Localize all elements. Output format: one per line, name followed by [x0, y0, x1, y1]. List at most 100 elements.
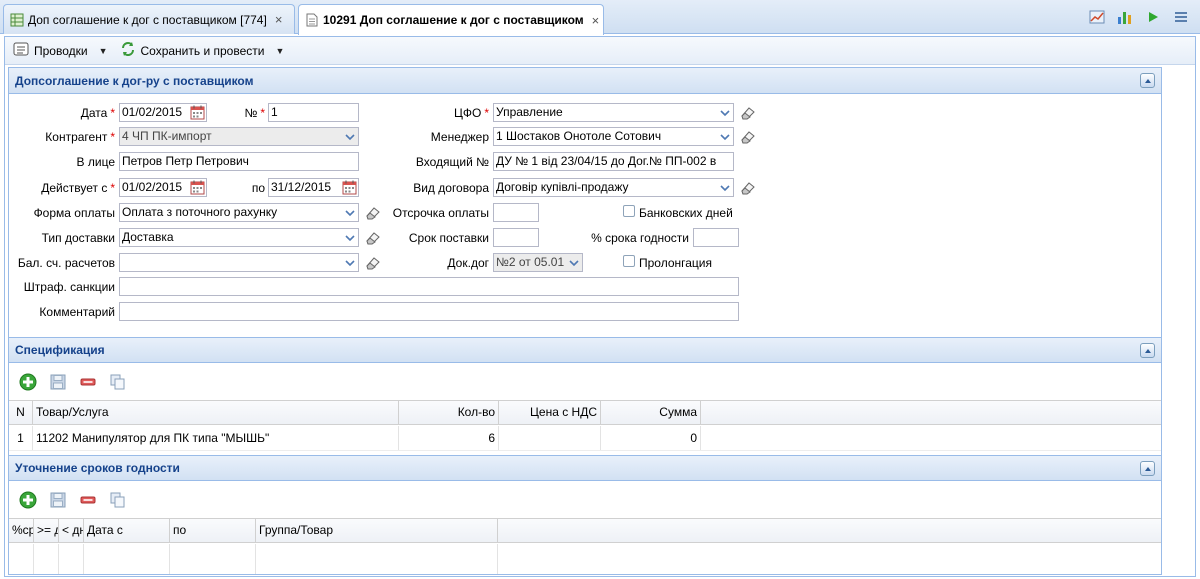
- chevron-down-icon[interactable]: [565, 254, 582, 271]
- cell-price: [499, 426, 601, 450]
- tab-current-document[interactable]: 10291 Доп соглашение к дог с поставщиком…: [298, 4, 604, 35]
- contract-doc-value: №2 от 05.01: [496, 255, 565, 269]
- valid-from-field[interactable]: 01/02/2015: [119, 178, 207, 197]
- valid-to-label: по: [251, 181, 265, 195]
- add-icon[interactable]: [19, 373, 37, 391]
- shelf-life-label: % срока годности: [591, 231, 689, 245]
- chevron-down-icon[interactable]: [341, 254, 358, 271]
- prolongation-checkbox[interactable]: [623, 255, 635, 267]
- chevron-down-icon[interactable]: [716, 128, 733, 145]
- manager-combo[interactable]: 1 Шостаков Онотоле Сотович: [493, 127, 734, 146]
- delete-icon[interactable]: [79, 373, 97, 391]
- collapse-up-icon[interactable]: [1140, 73, 1155, 88]
- copy-icon[interactable]: [109, 373, 127, 391]
- shelf-grid-header: %ср >= д < дн Дата с по Группа/Товар: [9, 518, 1161, 543]
- incoming-label: Входящий №: [415, 155, 489, 169]
- collapse-up-icon[interactable]: [1140, 343, 1155, 358]
- col-gte-days[interactable]: >= д: [34, 519, 59, 542]
- chevron-down-icon[interactable]: [341, 204, 358, 221]
- comment-field[interactable]: [119, 302, 739, 321]
- tab-contract-list[interactable]: Доп соглашение к дог с поставщиком [774]…: [3, 4, 295, 34]
- eraser-icon[interactable]: [365, 256, 381, 270]
- spec-toolbar: [9, 365, 1161, 399]
- spec-panel-header: Спецификация: [9, 337, 1161, 363]
- calendar-icon[interactable]: [342, 180, 357, 195]
- col-item[interactable]: Товар/Услуга: [33, 401, 399, 424]
- form-container: Допсоглашение к дог-ру с поставщиком Дат…: [8, 67, 1162, 575]
- chevron-down-icon: ▼: [98, 45, 108, 56]
- window-tools: [1086, 6, 1192, 28]
- panel-title: Уточнение сроков годности: [15, 461, 180, 475]
- payment-form-value: Оплата з поточного рахунку: [122, 205, 278, 219]
- incoming-field[interactable]: ДУ № 1 від 23/04/15 до Дог.№ ПП-002 в: [493, 152, 734, 171]
- person-label: В лице: [76, 155, 115, 169]
- bank-days-checkbox[interactable]: [623, 205, 635, 217]
- contract-doc-combo[interactable]: №2 от 05.01: [493, 253, 583, 272]
- add-icon[interactable]: [19, 491, 37, 509]
- copy-icon[interactable]: [109, 491, 127, 509]
- postings-label: Проводки: [34, 43, 88, 58]
- balance-account-combo[interactable]: [119, 253, 359, 272]
- col-sum[interactable]: Сумма: [601, 401, 701, 424]
- col-lt-days[interactable]: < дн: [59, 519, 84, 542]
- collapse-up-icon[interactable]: [1140, 461, 1155, 476]
- col-qty[interactable]: Кол-во: [399, 401, 499, 424]
- contract-type-combo[interactable]: Договір купівлі-продажу: [493, 178, 734, 197]
- chevron-down-icon[interactable]: [716, 179, 733, 196]
- col-group-item[interactable]: Группа/Товар: [256, 519, 498, 542]
- play-icon[interactable]: [1142, 6, 1164, 28]
- panel-title: Допсоглашение к дог-ру с поставщиком: [15, 73, 254, 88]
- number-field[interactable]: 1: [268, 103, 359, 122]
- number-value: 1: [271, 105, 278, 119]
- tab-label: 10291 Доп соглашение к дог с поставщиком: [323, 13, 584, 27]
- chevron-down-icon[interactable]: [716, 104, 733, 121]
- col-date-to[interactable]: по: [170, 519, 256, 542]
- close-icon[interactable]: ×: [275, 12, 283, 27]
- counterparty-value: 4 ЧП ПК-импорт: [122, 129, 212, 143]
- calendar-icon[interactable]: [190, 105, 205, 120]
- delivery-type-combo[interactable]: Доставка: [119, 228, 359, 247]
- save-icon[interactable]: [49, 373, 67, 391]
- payment-form-combo[interactable]: Оплата з поточного рахунку: [119, 203, 359, 222]
- bar-chart-icon[interactable]: [1114, 6, 1136, 28]
- list-icon[interactable]: [1170, 6, 1192, 28]
- col-n[interactable]: N: [9, 401, 33, 424]
- chevron-down-icon[interactable]: [341, 229, 358, 246]
- counterparty-combo[interactable]: 4 ЧП ПК-импорт: [119, 127, 359, 146]
- save-and-post-button[interactable]: Сохранить и провести ▼: [120, 41, 284, 60]
- col-date-from[interactable]: Дата с: [84, 519, 170, 542]
- comment-label: Комментарий: [39, 305, 115, 319]
- shelf-panel-header: Уточнение сроков годности: [9, 455, 1161, 481]
- col-percent[interactable]: %ср: [9, 519, 34, 542]
- tab-bar: Доп соглашение к дог с поставщиком [774]…: [0, 0, 1200, 35]
- date-field[interactable]: 01/02/2015: [119, 103, 207, 122]
- date-label: Дата *: [80, 106, 115, 120]
- cfo-combo[interactable]: Управление: [493, 103, 734, 122]
- delete-icon[interactable]: [79, 491, 97, 509]
- col-price[interactable]: Цена с НДС: [499, 401, 601, 424]
- postings-button[interactable]: Проводки ▼: [13, 42, 108, 59]
- eraser-icon[interactable]: [740, 106, 756, 120]
- cell-item: 11202 Манипулятор для ПК типа "МЫШЬ": [33, 426, 399, 450]
- table-row[interactable]: 1 11202 Манипулятор для ПК типа "МЫШЬ" 6…: [9, 426, 1161, 451]
- save-icon[interactable]: [49, 491, 67, 509]
- shelf-life-field[interactable]: [693, 228, 739, 247]
- eraser-icon[interactable]: [740, 181, 756, 195]
- calendar-icon[interactable]: [190, 180, 205, 195]
- chevron-down-icon[interactable]: [341, 128, 358, 145]
- deferral-field[interactable]: [493, 203, 539, 222]
- delivery-term-field[interactable]: [493, 228, 539, 247]
- penalty-field[interactable]: [119, 277, 739, 296]
- list-icon: [13, 42, 29, 59]
- person-value: Петров Петр Петрович: [122, 154, 249, 168]
- save-and-post-label: Сохранить и провести: [140, 43, 265, 58]
- valid-to-value: 31/12/2015: [271, 180, 332, 194]
- person-field[interactable]: Петров Петр Петрович: [119, 152, 359, 171]
- close-icon[interactable]: ×: [592, 13, 600, 28]
- eraser-icon[interactable]: [740, 130, 756, 144]
- valid-to-field[interactable]: 31/12/2015: [268, 178, 359, 197]
- delivery-type-label: Тип доставки: [41, 231, 115, 245]
- valid-from-label: Действует с *: [41, 181, 115, 195]
- contract-panel-header: Допсоглашение к дог-ру с поставщиком: [9, 68, 1161, 94]
- chart-icon[interactable]: [1086, 6, 1108, 28]
